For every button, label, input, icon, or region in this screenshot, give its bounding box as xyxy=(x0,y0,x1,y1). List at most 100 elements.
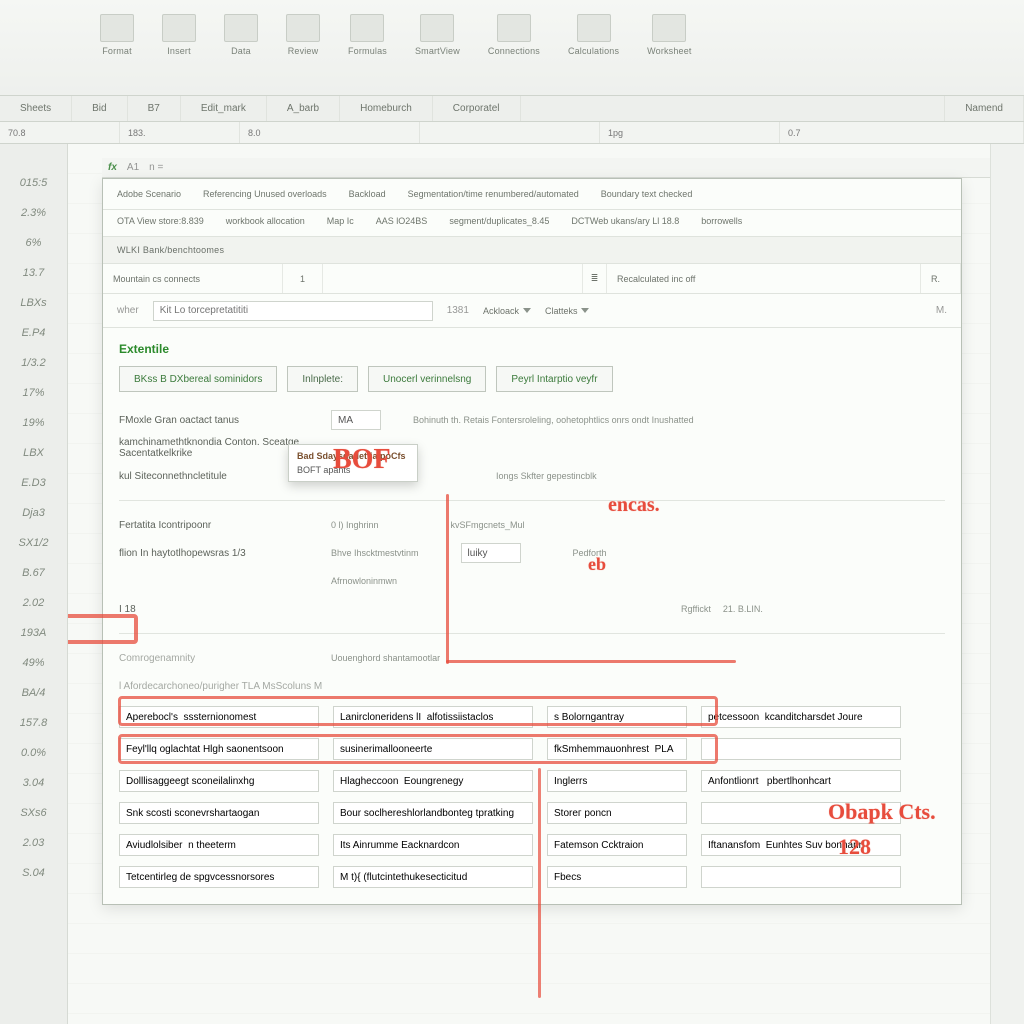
rownum[interactable]: 193A xyxy=(0,618,67,648)
rownum[interactable]: 2.03 xyxy=(0,828,67,858)
rownum[interactable]: 13.7 xyxy=(0,258,67,288)
rownum[interactable]: 1/3.2 xyxy=(0,348,67,378)
colhead-d[interactable] xyxy=(420,122,600,143)
rownum[interactable]: BA/4 xyxy=(0,678,67,708)
grid-input[interactable] xyxy=(701,802,901,824)
rownum[interactable]: SXs6 xyxy=(0,798,67,828)
list-icon[interactable]: ≣ xyxy=(583,264,607,293)
rownum[interactable]: 49% xyxy=(0,648,67,678)
colhead-e[interactable]: 1pg xyxy=(600,122,780,143)
ribbon-group-worksheet[interactable]: Worksheet xyxy=(647,14,691,95)
search-input[interactable] xyxy=(153,301,433,321)
tb2-item[interactable]: workbook allocation xyxy=(226,216,305,226)
tb-item[interactable]: Referencing Unused overloads xyxy=(203,189,327,199)
rownum[interactable]: E.D3 xyxy=(0,468,67,498)
grid-input[interactable] xyxy=(547,834,687,856)
grid-input[interactable] xyxy=(119,802,319,824)
grid-input[interactable] xyxy=(119,866,319,888)
ribbon-group-formulas[interactable]: Formulas xyxy=(348,14,387,95)
rownum[interactable]: 17% xyxy=(0,378,67,408)
ribbon-group-connections[interactable]: Connections xyxy=(488,14,540,95)
grid-input[interactable] xyxy=(333,770,533,792)
ribbon-group-data[interactable]: Data xyxy=(224,14,258,95)
tb2-item[interactable]: Map Ic xyxy=(327,216,354,226)
main-area: 015:5 2.3% 6% 13.7 LBXs E.P4 1/3.2 17% 1… xyxy=(0,144,1024,1024)
rownum[interactable]: 157.8 xyxy=(0,708,67,738)
ribbon-group-review[interactable]: Review xyxy=(286,14,320,95)
grid-input[interactable] xyxy=(701,866,901,888)
colhead-a[interactable]: 70.8 xyxy=(0,122,120,143)
dropdown-clatteks[interactable]: Clatteks xyxy=(545,306,590,316)
row-value: 0 l) Inghrinn xyxy=(331,520,379,530)
tb-item[interactable]: Adobe Scenario xyxy=(117,189,181,199)
tb-item[interactable]: Segmentation/time renumbered/automated xyxy=(408,189,579,199)
tb2-item[interactable]: segment/duplicates_8.45 xyxy=(449,216,549,226)
rownum[interactable]: 19% xyxy=(0,408,67,438)
rownum[interactable]: 6% xyxy=(0,228,67,258)
rownum[interactable]: 2.3% xyxy=(0,198,67,228)
tb2-item[interactable]: DCTWeb ukans/ary Ll 18.8 xyxy=(571,216,679,226)
colhead-b[interactable]: 183. xyxy=(120,122,240,143)
grid-input[interactable] xyxy=(119,738,319,760)
tab-homeburch[interactable]: Homeburch xyxy=(340,96,433,121)
dropdown-acklock[interactable]: Ackloack xyxy=(483,306,531,316)
ribbon-group-format[interactable]: Format xyxy=(100,14,134,95)
grid-input[interactable] xyxy=(547,802,687,824)
grid-input[interactable] xyxy=(333,706,533,728)
tab-abarb[interactable]: A_barb xyxy=(267,96,340,121)
tab-corporatel[interactable]: Corporatel xyxy=(433,96,521,121)
grid-input[interactable] xyxy=(547,738,687,760)
grid-input[interactable] xyxy=(701,706,901,728)
tab-editmark[interactable]: Edit_mark xyxy=(181,96,267,121)
rownum[interactable]: B.67 xyxy=(0,558,67,588)
grid-input[interactable] xyxy=(119,706,319,728)
tb-item[interactable]: Boundary text checked xyxy=(601,189,693,199)
grid-input[interactable] xyxy=(333,834,533,856)
tab-sheets[interactable]: Sheets xyxy=(0,96,72,121)
grid-input[interactable] xyxy=(701,834,901,856)
tb2-item[interactable]: AAS lO24BS xyxy=(376,216,428,226)
rownum[interactable]: SX1/2 xyxy=(0,528,67,558)
grid-input[interactable] xyxy=(119,770,319,792)
grid-input[interactable] xyxy=(333,802,533,824)
grid-input[interactable] xyxy=(701,770,901,792)
grid-input[interactable] xyxy=(119,834,319,856)
grid-input[interactable] xyxy=(547,706,687,728)
grid-input[interactable] xyxy=(333,738,533,760)
rownum[interactable]: 3.04 xyxy=(0,768,67,798)
ribbon-group-calculations[interactable]: Calculations xyxy=(568,14,619,95)
tb2-item[interactable]: OTA View store:8.839 xyxy=(117,216,204,226)
gcell xyxy=(547,834,687,856)
grid-input[interactable] xyxy=(547,770,687,792)
btn-peyrl[interactable]: Peyrl Intarptio veyfr xyxy=(496,366,612,392)
rownum[interactable]: 2.02 xyxy=(0,588,67,618)
rownum[interactable]: Dja3 xyxy=(0,498,67,528)
grid-input[interactable] xyxy=(701,738,901,760)
colhead-f[interactable]: 0.7 xyxy=(780,122,1024,143)
filter-value[interactable]: 1 xyxy=(283,264,323,293)
tab-namend[interactable]: Namend xyxy=(945,96,1024,121)
rownum[interactable]: 0.0% xyxy=(0,738,67,768)
grid-input[interactable] xyxy=(547,866,687,888)
tab-b7[interactable]: B7 xyxy=(128,96,181,121)
rownum[interactable]: LBXs xyxy=(0,288,67,318)
namebox[interactable]: A1 xyxy=(127,162,139,173)
rownum[interactable]: E.P4 xyxy=(0,318,67,348)
row-input[interactable] xyxy=(331,410,381,430)
ribbon-group-insert[interactable]: Insert xyxy=(162,14,196,95)
tb2-item[interactable]: borrowells xyxy=(701,216,742,226)
tb-item[interactable]: Backload xyxy=(349,189,386,199)
ribbon-group-smartview[interactable]: SmartView xyxy=(415,14,460,95)
btn-unocerl[interactable]: Unocerl verinnelsng xyxy=(368,366,486,392)
btn-dxbereal[interactable]: BKss B DXbereal sominidors xyxy=(119,366,277,392)
rownum[interactable]: 015:5 xyxy=(0,168,67,198)
luiky-input[interactable] xyxy=(461,543,521,563)
rownum[interactable]: LBX xyxy=(0,438,67,468)
rownum[interactable]: S.04 xyxy=(0,858,67,888)
grid-input[interactable] xyxy=(333,866,533,888)
connections-icon xyxy=(497,14,531,42)
btn-inlnplete[interactable]: Inlnplete: xyxy=(287,366,358,392)
colhead-c[interactable]: 8.0 xyxy=(240,122,420,143)
tab-bid[interactable]: Bid xyxy=(72,96,127,121)
sheet[interactable]: fx A1 n = Adobe Scenario Referencing Unu… xyxy=(68,144,1024,1024)
